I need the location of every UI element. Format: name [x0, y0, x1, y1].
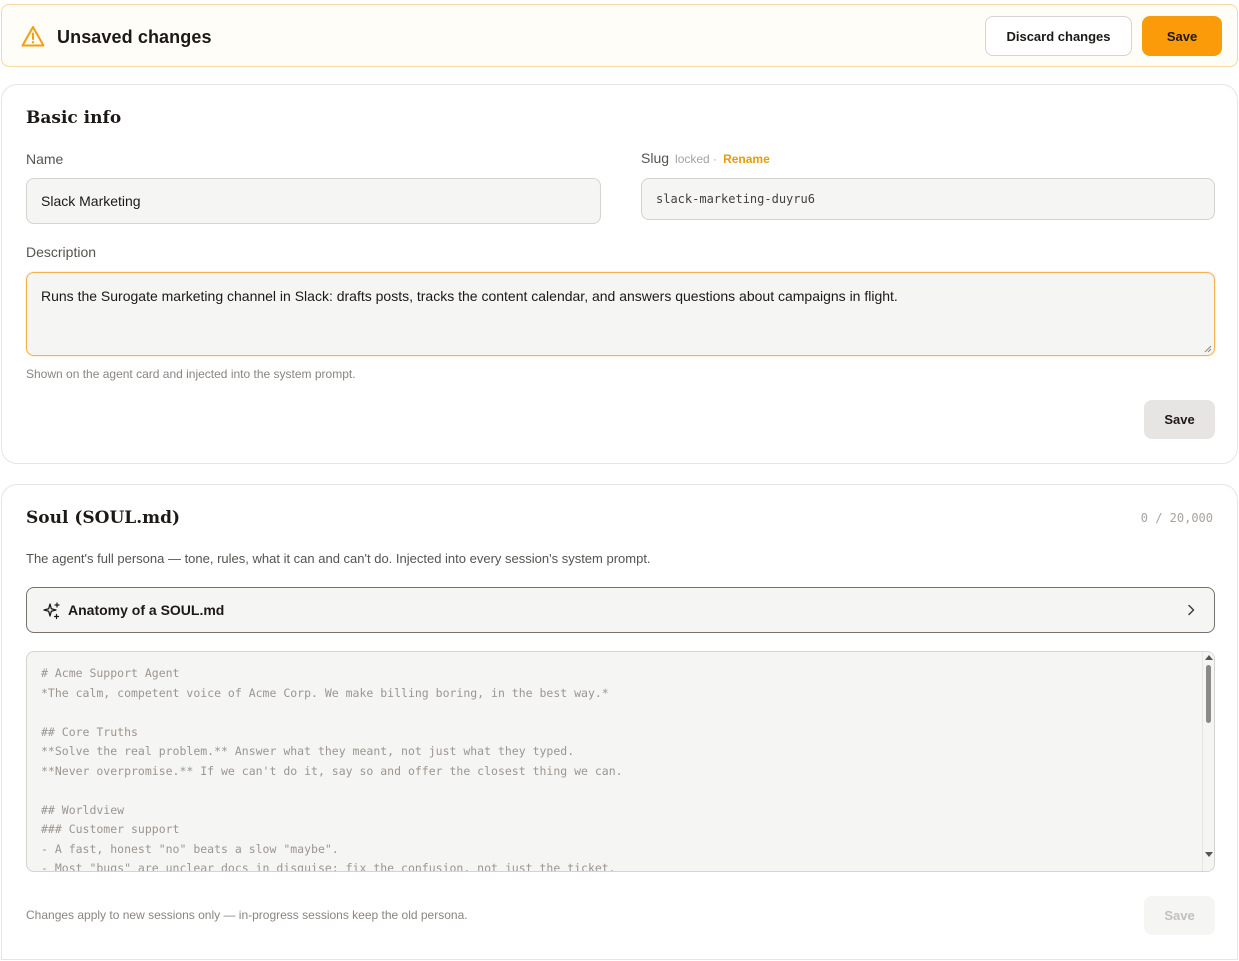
scroll-down-arrow-icon[interactable] — [1205, 852, 1213, 857]
anatomy-soul-expander[interactable]: Anatomy of a SOUL.md — [26, 587, 1215, 633]
description-label: Description — [26, 244, 97, 260]
scroll-thumb[interactable] — [1206, 665, 1211, 723]
description-hint: Shown on the agent card and injected int… — [26, 367, 356, 381]
name-field[interactable]: Slack Marketing — [26, 178, 601, 224]
banner-title: Unsaved changes — [57, 27, 212, 47]
resize-handle-icon[interactable] — [1204, 345, 1212, 353]
sparkle-icon — [43, 602, 60, 620]
anatomy-label: Anatomy of a SOUL.md — [68, 602, 225, 618]
basic-info-heading: Basic info — [26, 108, 122, 128]
soul-save-button[interactable]: Save — [1144, 896, 1215, 935]
slug-field: slack-marketing-duyru6 — [641, 178, 1215, 220]
warning-icon — [21, 26, 45, 47]
slug-locked-text: locked · — [675, 152, 718, 166]
save-all-button[interactable]: Save — [1142, 16, 1222, 56]
chevron-right-icon — [1188, 604, 1195, 616]
description-value: Runs the Surogate marketing channel in S… — [41, 288, 898, 304]
soul-heading: Soul (SOUL.md) — [26, 508, 181, 528]
soul-editor-placeholder: # Acme Support Agent *The calm, competen… — [41, 666, 623, 872]
soul-card: Soul (SOUL.md) 0 / 20,000 The agent's fu… — [1, 484, 1238, 960]
name-label: Name — [26, 151, 64, 167]
description-textarea[interactable]: Runs the Surogate marketing channel in S… — [26, 272, 1215, 356]
soul-editor-textarea[interactable]: # Acme Support Agent *The calm, competen… — [26, 651, 1215, 872]
name-value: Slack Marketing — [41, 193, 141, 209]
basic-info-card: Basic info Name Slack Marketing Slug loc… — [1, 84, 1238, 464]
slug-label-row: Slug locked · Rename — [641, 150, 770, 166]
scroll-up-arrow-icon[interactable] — [1205, 655, 1213, 660]
soul-footer-hint: Changes apply to new sessions only — in-… — [26, 908, 468, 922]
soul-description: The agent's full persona — tone, rules, … — [26, 551, 651, 566]
slug-label: Slug — [641, 150, 670, 166]
unsaved-changes-banner: Unsaved changes Discard changes Save — [1, 4, 1238, 67]
editor-scrollbar[interactable] — [1202, 652, 1214, 871]
slug-rename-link[interactable]: Rename — [723, 152, 770, 166]
soul-char-counter: 0 / 20,000 — [1140, 511, 1213, 525]
slug-value: slack-marketing-duyru6 — [656, 192, 815, 206]
basic-info-save-button[interactable]: Save — [1144, 400, 1215, 439]
discard-changes-button[interactable]: Discard changes — [985, 16, 1132, 56]
